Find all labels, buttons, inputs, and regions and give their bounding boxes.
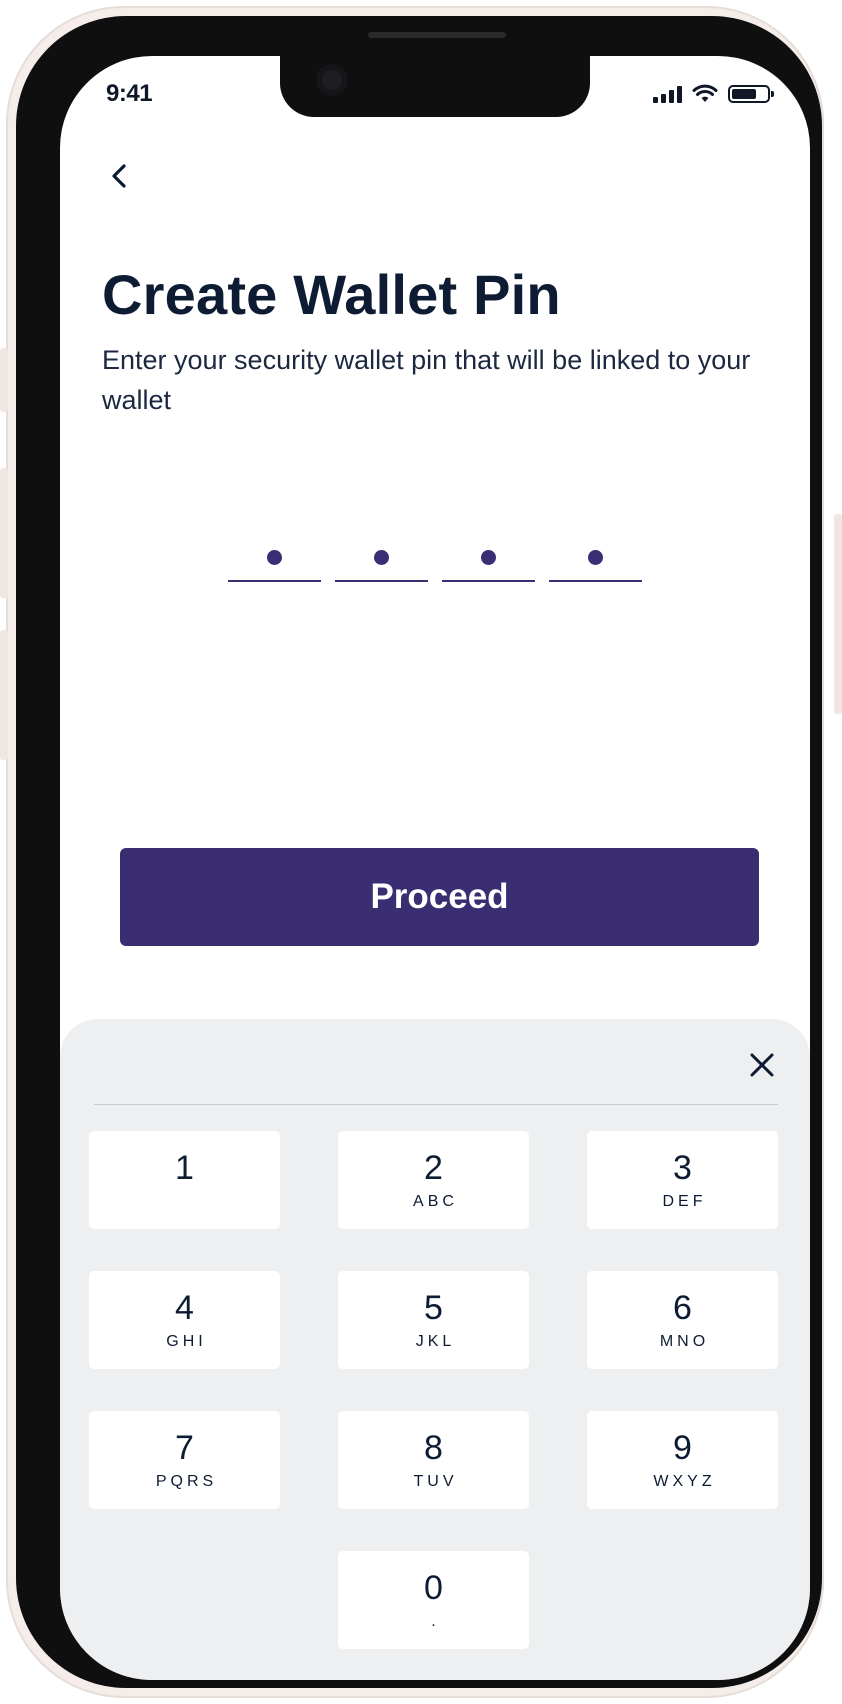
chevron-left-icon bbox=[112, 164, 126, 188]
phone-bezel: 9:41 Create Wallet Pin Enter your securi… bbox=[16, 16, 822, 1688]
key-letters: . bbox=[431, 1613, 440, 1630]
key-digit: 2 bbox=[424, 1149, 443, 1187]
key-letters: DEF bbox=[662, 1193, 707, 1210]
app-screen: 9:41 Create Wallet Pin Enter your securi… bbox=[60, 56, 810, 1680]
close-keypad-button[interactable] bbox=[744, 1047, 780, 1083]
key-letters: TUV bbox=[413, 1473, 458, 1490]
pin-digit-field[interactable] bbox=[442, 550, 535, 582]
speaker-grille bbox=[368, 32, 506, 38]
key-letters: WXYZ bbox=[653, 1473, 716, 1490]
side-button bbox=[0, 468, 8, 598]
key-digit: 1 bbox=[175, 1149, 194, 1187]
key-7[interactable]: 7 PQRS bbox=[89, 1411, 280, 1509]
key-digit: 8 bbox=[424, 1429, 443, 1467]
key-digit: 9 bbox=[673, 1429, 692, 1467]
key-letters: GHI bbox=[166, 1333, 207, 1350]
numeric-keypad: 1 2 ABC 3 DEF 4 GHI 5 JKL 6 MNO 7 PQRS 8… bbox=[60, 1019, 810, 1680]
camera-icon bbox=[316, 64, 348, 96]
keypad-divider bbox=[94, 1104, 778, 1105]
key-2[interactable]: 2 ABC bbox=[338, 1131, 529, 1229]
pin-dot bbox=[588, 550, 603, 565]
key-0[interactable]: 0 . bbox=[338, 1551, 529, 1649]
cellular-signal-icon bbox=[653, 85, 682, 103]
status-time: 9:41 bbox=[106, 80, 153, 107]
page-title: Create Wallet Pin bbox=[102, 263, 561, 326]
notch bbox=[280, 56, 590, 117]
status-icons bbox=[653, 84, 774, 104]
pin-digit-field[interactable] bbox=[335, 550, 428, 582]
key-5[interactable]: 5 JKL bbox=[338, 1271, 529, 1369]
key-digit: 4 bbox=[175, 1289, 194, 1327]
key-letters: PQRS bbox=[155, 1473, 218, 1490]
pin-digit-field[interactable] bbox=[228, 550, 321, 582]
pin-digit-field[interactable] bbox=[549, 550, 642, 582]
key-6[interactable]: 6 MNO bbox=[587, 1271, 778, 1369]
battery-icon bbox=[728, 85, 774, 103]
key-letters: JKL bbox=[415, 1333, 456, 1350]
back-button[interactable] bbox=[100, 152, 140, 200]
key-letters: MNO bbox=[659, 1333, 710, 1350]
pin-dot bbox=[267, 550, 282, 565]
key-3[interactable]: 3 DEF bbox=[587, 1131, 778, 1229]
wifi-icon bbox=[692, 84, 718, 102]
key-digit: 7 bbox=[175, 1429, 194, 1467]
key-digit: 6 bbox=[673, 1289, 692, 1327]
key-9[interactable]: 9 WXYZ bbox=[587, 1411, 778, 1509]
pin-dot bbox=[374, 550, 389, 565]
pin-input[interactable] bbox=[228, 550, 642, 582]
key-1[interactable]: 1 bbox=[89, 1131, 280, 1229]
side-button bbox=[0, 348, 8, 412]
proceed-button[interactable]: Proceed bbox=[120, 848, 759, 946]
key-letters: ABC bbox=[413, 1193, 458, 1210]
side-button bbox=[834, 514, 842, 714]
key-8[interactable]: 8 TUV bbox=[338, 1411, 529, 1509]
close-icon bbox=[750, 1053, 774, 1077]
pin-dot bbox=[481, 550, 496, 565]
page-subtitle: Enter your security wallet pin that will… bbox=[102, 345, 751, 415]
side-button bbox=[0, 630, 8, 760]
key-4[interactable]: 4 GHI bbox=[89, 1271, 280, 1369]
key-digit: 5 bbox=[424, 1289, 443, 1327]
key-digit: 0 bbox=[424, 1569, 443, 1607]
key-digit: 3 bbox=[673, 1149, 692, 1187]
